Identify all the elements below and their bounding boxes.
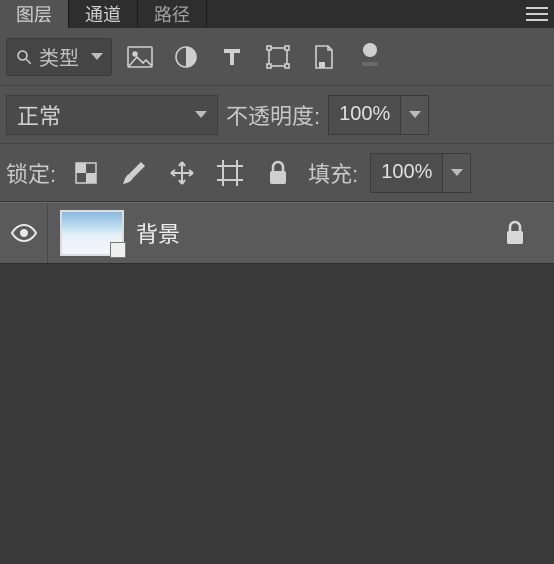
blend-mode-value: 正常 <box>17 99 61 131</box>
tab-layers[interactable]: 图层 <box>0 0 69 28</box>
chevron-down-icon <box>91 53 103 60</box>
filter-adjustment-layers[interactable] <box>168 39 204 75</box>
filter-type-label: 类型 <box>39 42 79 71</box>
blend-opacity-row: 正常 不透明度: 100% <box>0 86 554 144</box>
image-icon <box>127 46 153 68</box>
layer-visibility-toggle[interactable] <box>0 203 48 263</box>
lock-image-pixels[interactable] <box>116 155 152 191</box>
artboard-frame-icon <box>217 160 243 186</box>
smart-object-icon <box>312 44 336 70</box>
tab-channels[interactable]: 通道 <box>69 0 138 28</box>
fill-value: 100% <box>371 161 442 184</box>
fill-dropdown[interactable] <box>442 154 470 192</box>
filter-toggle-switch[interactable] <box>352 39 388 75</box>
hamburger-icon <box>526 7 548 21</box>
text-icon <box>220 45 244 69</box>
filter-shape-layers[interactable] <box>260 39 296 75</box>
panel-tabs: 图层 通道 路径 <box>0 0 554 28</box>
fill-label: 填充: <box>308 157 358 189</box>
chevron-down-icon <box>409 111 421 118</box>
layer-list: 背景 <box>0 202 554 264</box>
search-icon <box>15 48 33 66</box>
adjustment-icon <box>174 45 198 69</box>
layer-name[interactable]: 背景 <box>136 217 180 249</box>
lock-fill-row: 锁定: 填充: 100 <box>0 144 554 202</box>
opacity-value: 100% <box>329 103 400 126</box>
move-icon <box>169 160 195 186</box>
filter-text-layers[interactable] <box>214 39 250 75</box>
brush-icon <box>121 160 147 186</box>
opacity-input[interactable]: 100% <box>328 95 429 135</box>
empty-layer-area <box>0 264 554 564</box>
chevron-down-icon <box>195 111 207 118</box>
blend-mode-select[interactable]: 正常 <box>6 95 218 135</box>
layer-row[interactable]: 背景 <box>0 202 554 264</box>
lock-icon <box>504 220 526 246</box>
lock-all[interactable] <box>260 155 296 191</box>
layer-filter-row: 类型 <box>0 28 554 86</box>
lock-position[interactable] <box>164 155 200 191</box>
filter-smart-objects[interactable] <box>306 39 342 75</box>
opacity-dropdown[interactable] <box>400 96 428 134</box>
lock-transparent-pixels[interactable] <box>68 155 104 191</box>
chevron-down-icon <box>451 169 463 176</box>
layer-thumbnail[interactable] <box>60 210 124 256</box>
lock-icon <box>267 160 289 186</box>
layer-lock-indicator[interactable] <box>504 220 526 246</box>
toggle-icon <box>359 42 381 72</box>
eye-icon <box>10 223 38 243</box>
opacity-label: 不透明度: <box>226 99 320 131</box>
panel-menu-button[interactable] <box>526 7 554 21</box>
filter-image-layers[interactable] <box>122 39 158 75</box>
tab-paths[interactable]: 路径 <box>138 0 207 28</box>
shape-icon <box>266 45 290 69</box>
filter-type-select[interactable]: 类型 <box>6 38 112 76</box>
fill-input[interactable]: 100% <box>370 153 471 193</box>
lock-artboard[interactable] <box>212 155 248 191</box>
checker-icon <box>74 161 98 185</box>
lock-label: 锁定: <box>6 157 56 189</box>
